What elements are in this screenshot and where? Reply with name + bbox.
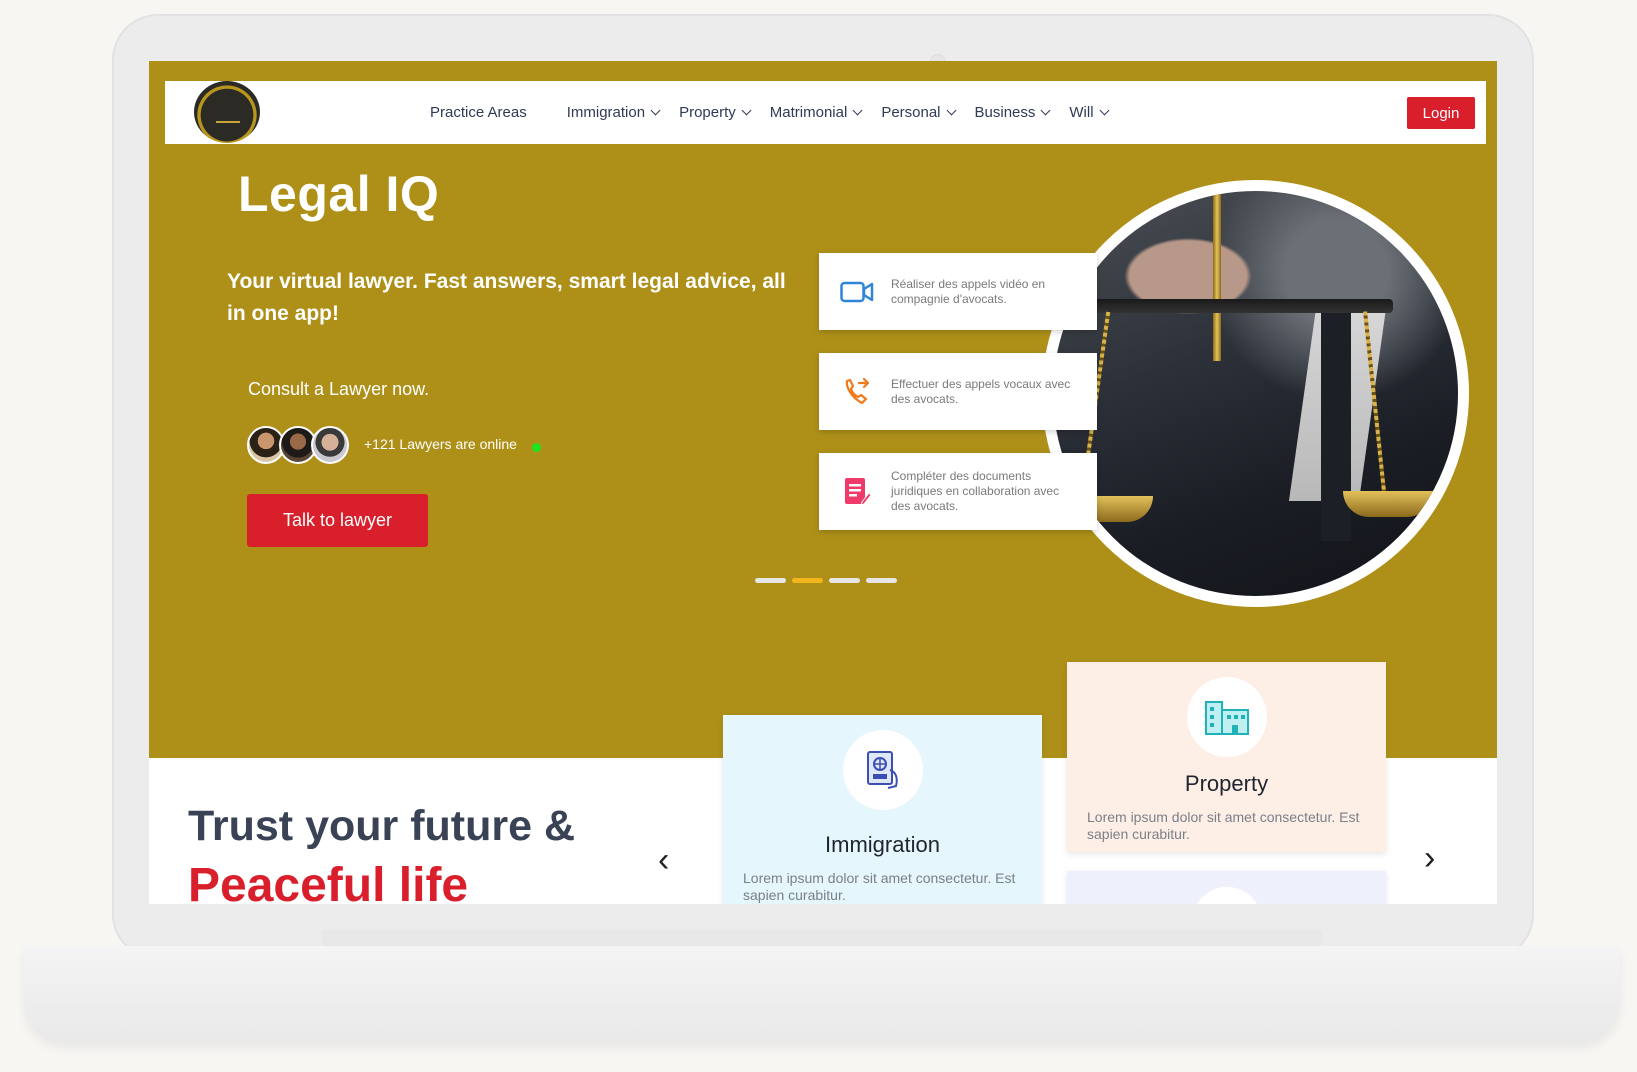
login-button[interactable]: Login xyxy=(1407,97,1475,129)
card-icon-placeholder xyxy=(1191,887,1262,904)
chevron-down-icon xyxy=(650,105,661,116)
slider-dots xyxy=(755,578,903,583)
nav-item-label: Will xyxy=(1069,104,1094,121)
card-title: Property xyxy=(1184,771,1269,796)
nav-item-label: Property xyxy=(679,104,736,121)
peaceful-life-heading: Peaceful life xyxy=(188,859,469,904)
chevron-down-icon xyxy=(852,105,863,116)
card-description: Lorem ipsum dolor sit amet consectetur. … xyxy=(1087,809,1360,842)
slider-dot-active[interactable] xyxy=(792,578,823,583)
consult-text: Consult a Lawyer now. xyxy=(248,379,430,399)
feature-text: Effectuer des appels vocaux avec des avo… xyxy=(891,376,1071,406)
practice-card-immigration[interactable]: Immigration Lorem ipsum dolor sit amet c… xyxy=(723,715,1042,904)
nav-item-label: Immigration xyxy=(566,104,646,121)
phone-call-icon xyxy=(837,377,877,407)
hero-section: Practice Areas Immigration Property Matr… xyxy=(149,61,1497,758)
carousel-prev-button[interactable]: ‹ xyxy=(658,841,669,880)
feature-text: Réaliser des appels vidéo en compagnie d… xyxy=(891,276,1046,306)
card-description: Lorem ipsum dolor sit amet consectetur. … xyxy=(743,870,1016,903)
nav-item-immigration[interactable]: Immigration xyxy=(566,104,661,121)
hero-title: Legal IQ xyxy=(238,166,440,222)
slider-dot[interactable] xyxy=(866,578,897,583)
trust-heading: Trust your future & xyxy=(188,802,576,850)
chevron-down-icon xyxy=(1099,105,1109,116)
nav-item-personal[interactable]: Personal xyxy=(881,104,956,121)
nav-item-label: Business xyxy=(974,104,1036,121)
slider-dot[interactable] xyxy=(829,578,860,583)
nav-item-property[interactable]: Property xyxy=(679,104,752,121)
hero-subtitle: Your virtual lawyer. Fast answers, smart… xyxy=(227,270,786,325)
chevron-down-icon xyxy=(741,105,752,116)
nav-links: Practice Areas Immigration Property Matr… xyxy=(430,81,1128,144)
chevron-down-icon xyxy=(1040,105,1051,116)
legal-iq-logo[interactable] xyxy=(194,81,260,143)
lawyer-avatars xyxy=(247,426,349,464)
document-edit-icon xyxy=(837,476,877,508)
feature-card-video-calls: Réaliser des appels vidéo en compagnie d… xyxy=(819,253,1097,330)
nav-item-practice-areas[interactable]: Practice Areas xyxy=(430,104,527,121)
laptop-hinge xyxy=(322,930,1322,946)
website-screen: Practice Areas Immigration Property Matr… xyxy=(149,61,1497,904)
feature-text: Compléter des documents juridiques en co… xyxy=(891,469,1060,513)
nav-item-label: Personal xyxy=(881,104,941,121)
buildings-icon xyxy=(1186,677,1267,757)
nav-item-label: Practice Areas xyxy=(430,104,527,121)
nav-item-matrimonial[interactable]: Matrimonial xyxy=(769,104,863,121)
carousel-next-button[interactable]: › xyxy=(1424,839,1435,878)
slider-dot[interactable] xyxy=(755,578,786,583)
talk-to-lawyer-button[interactable]: Talk to lawyer xyxy=(247,494,428,547)
practice-card-partial[interactable] xyxy=(1067,871,1386,904)
lawyer-scales-photo xyxy=(1042,180,1469,607)
scales-icon xyxy=(216,101,240,123)
nav-item-business[interactable]: Business xyxy=(974,104,1051,121)
passport-icon xyxy=(842,730,923,810)
laptop-base xyxy=(24,946,1620,1042)
feature-card-voice-calls: Effectuer des appels vocaux avec des avo… xyxy=(819,353,1097,430)
avatar xyxy=(311,426,349,464)
card-title: Immigration xyxy=(825,832,940,857)
chevron-down-icon xyxy=(946,105,956,116)
online-status-dot xyxy=(532,443,541,452)
video-camera-icon xyxy=(837,281,877,303)
practice-card-property[interactable]: Property Lorem ipsum dolor sit amet cons… xyxy=(1067,662,1386,852)
lawyers-online-text: +121 Lawyers are online xyxy=(364,436,517,452)
nav-item-will[interactable]: Will xyxy=(1069,104,1109,121)
nav-item-label: Matrimonial xyxy=(769,104,848,121)
navbar: Practice Areas Immigration Property Matr… xyxy=(165,81,1486,144)
feature-card-legal-documents: Compléter des documents juridiques en co… xyxy=(819,453,1097,530)
